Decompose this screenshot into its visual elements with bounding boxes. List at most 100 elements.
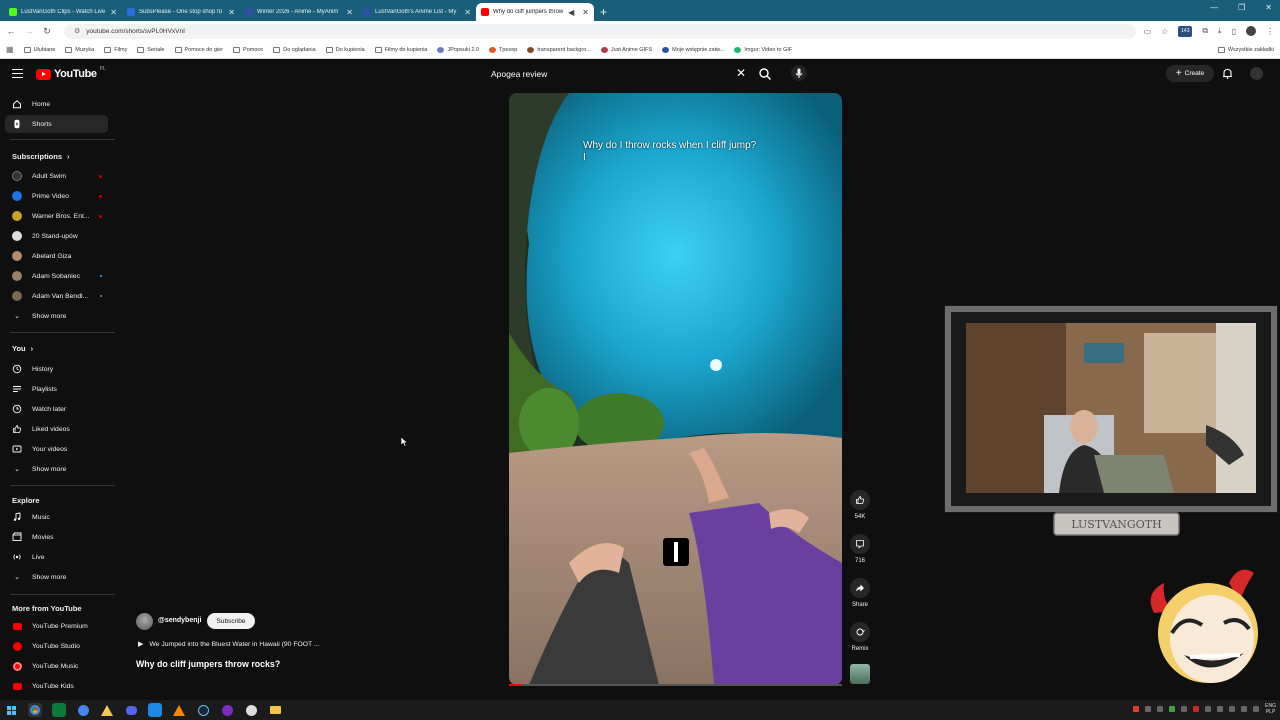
bookmark-link[interactable]: transparent backgro... [527,46,591,53]
bookmark-folder[interactable]: Muzyka [65,46,94,53]
bookmark-link[interactable]: JPopsuki 2.0 [437,46,479,53]
comments-action[interactable]: 716 [847,534,873,564]
you-heading[interactable]: You › [12,344,33,353]
sidebar-item-music[interactable]: Music [5,508,108,526]
bookmark-link[interactable]: Tpexep [488,46,517,53]
close-tab-icon[interactable]: ✕ [464,8,471,17]
bookmark-link[interactable]: Just Anime GIFS [600,46,652,53]
app-icon[interactable] [148,703,162,717]
extension-badge-icon[interactable]: 143 [1178,25,1193,37]
comments-button[interactable] [850,534,870,554]
restore-icon[interactable]: ❐ [1238,3,1245,12]
account-avatar[interactable] [1250,67,1263,80]
create-button[interactable]: + Create [1166,65,1214,82]
tray-app-icon[interactable] [1169,706,1176,712]
sidebar-item-subscription[interactable]: Adult Swim [5,167,108,185]
show-more-explore[interactable]: ⌄ Show more [5,568,108,586]
site-info-icon[interactable]: ⚙ [74,27,80,35]
browser-tab-active[interactable]: Why do cliff jumpers throw ◀ ✕ [476,3,594,21]
bookmark-folder[interactable]: Filmy do kupienia [374,46,427,53]
tray-app-icon[interactable] [1205,706,1212,712]
share-button[interactable] [850,578,870,598]
microphone-icon[interactable] [1241,706,1248,712]
browser-tab[interactable]: LustVanGoth's Anime List - My ✕ [358,3,476,21]
tray-app-icon[interactable] [1145,706,1152,712]
profile-avatar[interactable] [1246,26,1256,36]
close-tab-icon[interactable]: ✕ [110,8,117,17]
channel-avatar[interactable] [136,613,153,630]
like-button[interactable] [850,490,870,510]
discord-icon[interactable] [124,703,138,717]
browser-tab[interactable]: Winter 2026 - Anime - MyAnim ✕ [240,3,358,21]
search-icon[interactable] [758,67,772,81]
all-bookmarks-folder[interactable]: Wszystkie zakładki [1217,46,1274,53]
related-video-link[interactable]: ▶ We Jumped into the Bluest Water in Haw… [138,640,320,649]
extensions-icon[interactable]: ⧉ [1202,26,1208,36]
menu-kebab-icon[interactable]: ⋮ [1266,27,1274,36]
sidebar-item-liked-videos[interactable]: Liked videos [5,420,108,438]
sidebar-item-subscription[interactable]: Abelard Giza [5,247,108,265]
tray-app-icon[interactable] [1193,706,1200,712]
close-tab-icon[interactable]: ✕ [228,8,235,17]
sidebar-item-subscription[interactable]: 20 Stand-upów [5,227,108,245]
remix-button[interactable] [850,622,870,642]
bookmark-folder[interactable]: Ulubiane [23,46,55,53]
tray-app-icon[interactable] [1181,706,1188,712]
app-icon[interactable] [244,703,258,717]
sidebar-item-movies[interactable]: Movies [5,528,108,546]
bookmark-folder[interactable]: Do oglądania [273,46,316,53]
file-explorer-icon[interactable] [268,703,282,717]
sidebar-item-subscription[interactable]: Prime Video [5,187,108,205]
steam-icon[interactable] [196,703,210,717]
sidebar-item-home[interactable]: Home [5,95,108,113]
sidebar-item-youtube-music[interactable]: YouTube Music [5,657,108,675]
show-more-subscriptions[interactable]: ⌄ Show more [5,307,108,325]
close-window-icon[interactable]: ✕ [1265,3,1272,12]
sidebar-item-shorts[interactable]: Shorts [5,115,108,133]
remix-action[interactable]: Remix [847,622,873,652]
speaker-icon[interactable]: ◀ [568,8,574,17]
sidebar-item-playlists[interactable]: Playlists [5,380,108,398]
share-action[interactable]: Share [847,578,873,608]
downloads-icon[interactable]: ⤓ [1218,26,1222,36]
bookmark-link[interactable]: Moje wstępnie zatw... [662,46,724,53]
vlc-icon[interactable] [172,703,186,717]
video-progress-bar[interactable] [509,684,842,686]
sidebar-item-subscription[interactable]: Adam Van Bendl... [5,287,108,305]
shorts-video-player[interactable] [509,93,842,685]
app-icon[interactable] [100,703,114,717]
channel-handle[interactable]: @sendybenji [158,617,201,624]
volume-icon[interactable] [1253,706,1260,712]
back-icon[interactable]: ← [6,26,16,36]
minimize-icon[interactable]: — [1210,3,1218,12]
bookmark-link[interactable]: Imgur: Video to GIF [734,46,792,53]
bookmark-folder[interactable]: Do kupienia [325,46,365,53]
tray-app-icon[interactable] [1157,706,1164,712]
close-tab-icon[interactable]: ✕ [582,8,589,17]
sidebar-item-subscription[interactable]: Warner Bros. Ent... [5,207,108,225]
hamburger-menu-icon[interactable] [12,69,23,81]
voice-search-button[interactable] [791,65,807,81]
youtube-logo[interactable]: YouTube PL [36,66,106,80]
sidepanel-icon[interactable]: ▯ [1232,27,1236,36]
sidebar-item-live[interactable]: Live [5,548,108,566]
close-tab-icon[interactable]: ✕ [346,8,353,17]
clear-search-icon[interactable]: ✕ [736,66,746,80]
bookmark-folder[interactable]: Seriale [137,46,165,53]
cast-icon[interactable]: ▭ [1144,27,1152,36]
sidebar-item-watch-later[interactable]: Watch later [5,400,108,418]
sidebar-item-youtube-kids[interactable]: YouTube Kids [5,677,108,695]
reload-icon[interactable]: ↻ [42,26,52,37]
sidebar-item-subscription[interactable]: Adam Sobaniec [5,267,108,285]
tray-app-icon[interactable] [1217,706,1224,712]
subscriptions-heading[interactable]: Subscriptions › [12,152,70,161]
windows-start-icon[interactable] [4,703,18,717]
chrome-icon[interactable] [28,703,42,717]
sidebar-item-your-videos[interactable]: Your videos [5,440,108,458]
search-input[interactable]: Apogea review [491,69,547,79]
sidebar-item-history[interactable]: History [5,360,108,378]
audio-source-thumbnail[interactable] [850,664,870,684]
sidebar-item-youtube-studio[interactable]: YouTube Studio [5,637,108,655]
bookmark-star-icon[interactable]: ☆ [1161,27,1168,36]
browser-tab[interactable]: LustVanGoth Clips - Watch Live ✕ [4,3,122,21]
